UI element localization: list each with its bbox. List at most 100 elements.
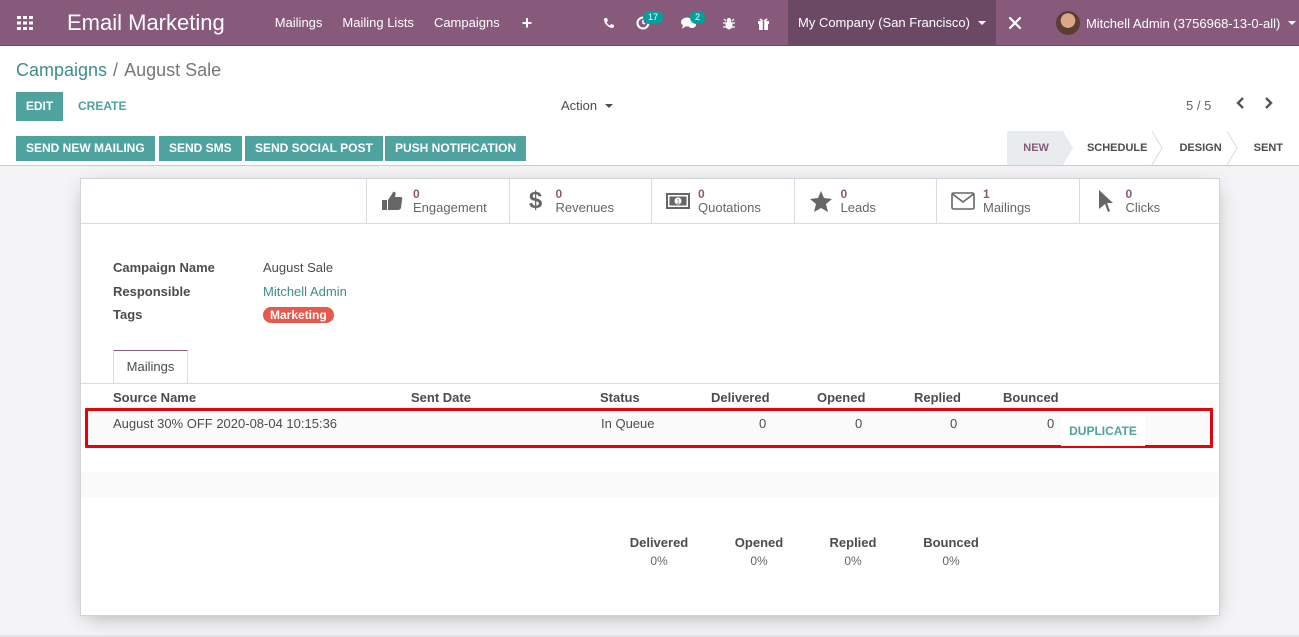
- stage-schedule-label: SCHEDULE: [1086, 142, 1148, 154]
- bug-icon: [723, 17, 735, 29]
- column-header-opened[interactable]: Opened: [817, 390, 865, 405]
- action-label: Action: [561, 98, 598, 113]
- breadcrumb-campaigns-link[interactable]: Campaigns: [16, 60, 107, 80]
- leads-value: 0: [840, 187, 848, 201]
- breadcrumb: Campaigns / August Sale: [16, 60, 221, 81]
- smart-button-box: 0 Engagement $ 0 Revenues 1 0 Quotations 0L…: [366, 179, 1221, 223]
- company-switcher[interactable]: My Company (San Francisco): [788, 0, 996, 46]
- leads-smart-button[interactable]: 0 Leads: [793, 179, 937, 223]
- gift-icon: [757, 18, 769, 30]
- leads-label: Leads: [840, 200, 876, 215]
- campaign-name-label: Campaign Name: [113, 260, 215, 275]
- responsible-label: Responsible: [113, 284, 191, 299]
- pager-previous-button[interactable]: [1233, 96, 1247, 114]
- send-social-post-button[interactable]: SEND SOCIAL POST: [245, 136, 383, 161]
- engagement-label: Engagement: [413, 200, 487, 215]
- engagement-value: 0: [413, 187, 420, 201]
- stage-design-label: DESIGN: [1179, 142, 1222, 154]
- total-bounced-value: 0%: [942, 554, 960, 568]
- phone-icon: [604, 18, 614, 28]
- push-notification-button[interactable]: PUSH NOTIFICATION: [385, 136, 527, 161]
- activity-count-badge: 17: [643, 11, 664, 24]
- pointer-icon: [1094, 189, 1118, 213]
- tab-mailings[interactable]: Mailings: [113, 350, 188, 384]
- activity-button[interactable]: 17: [626, 0, 664, 46]
- tags-field: Tags Marketing: [113, 307, 334, 323]
- total-opened: Opened 0%: [719, 535, 799, 568]
- cell-opened: 0: [855, 416, 863, 431]
- total-replied: Replied 0%: [813, 535, 893, 568]
- menu-campaigns[interactable]: Campaigns: [424, 0, 510, 46]
- apps-menu-button[interactable]: [0, 0, 50, 46]
- engagement-smart-button[interactable]: 0 Engagement: [366, 179, 509, 223]
- total-opened-value: 0%: [750, 554, 768, 568]
- campaign-name-value: August Sale: [263, 260, 334, 275]
- messages-button[interactable]: 2: [672, 0, 706, 46]
- tools-icon: [1008, 16, 1022, 30]
- column-header-sent-date[interactable]: Sent Date: [411, 390, 471, 405]
- total-replied-label: Replied: [829, 535, 877, 550]
- chevron-right-icon: [1264, 97, 1273, 109]
- debug-button[interactable]: [712, 0, 746, 46]
- menu-mailing-lists[interactable]: Mailing Lists: [332, 0, 424, 46]
- chevron-left-icon: [1235, 97, 1244, 109]
- column-header-delivered[interactable]: Delivered: [711, 390, 770, 405]
- systray: 17 2 My Company (San Francisco) Mitchell…: [592, 0, 1297, 46]
- menu-mailings[interactable]: Mailings: [265, 0, 333, 46]
- caret-down-icon: [977, 21, 986, 25]
- action-dropdown[interactable]: Action: [561, 98, 614, 113]
- thumbs-up-icon: [381, 189, 405, 213]
- tag-badge: Marketing: [263, 307, 334, 323]
- column-header-replied[interactable]: Replied: [914, 390, 961, 405]
- revenues-label: Revenues: [555, 200, 615, 215]
- stage-pipeline: NEW SCHEDULE DESIGN SENT: [1007, 131, 1299, 165]
- breadcrumb-current: August Sale: [124, 60, 222, 80]
- tags-label: Tags: [113, 307, 143, 322]
- campaign-name-field: Campaign Name August Sale: [113, 260, 333, 275]
- stage-schedule[interactable]: SCHEDULE: [1063, 131, 1164, 165]
- column-header-source-name[interactable]: Source Name: [113, 390, 196, 405]
- messages-count-badge: 2: [690, 11, 706, 24]
- divider: [81, 223, 1219, 224]
- add-menu-button[interactable]: +: [510, 0, 543, 46]
- mailings-value: 1: [983, 187, 990, 201]
- company-name: My Company (San Francisco): [798, 15, 970, 30]
- stage-sent[interactable]: SENT: [1236, 131, 1299, 165]
- caret-down-icon: [1288, 21, 1297, 25]
- cell-source-name: August 30% OFF 2020-08-04 10:15:36: [113, 416, 338, 431]
- phone-button[interactable]: [592, 0, 626, 46]
- clicks-label: Clicks: [1125, 200, 1161, 215]
- total-replied-value: 0%: [844, 554, 862, 568]
- total-bounced: Bounced 0%: [911, 535, 991, 568]
- create-button[interactable]: CREATE: [68, 92, 136, 121]
- duplicate-button[interactable]: DUPLICATE: [1061, 416, 1145, 446]
- revenues-smart-button[interactable]: $ 0 Revenues: [508, 179, 652, 223]
- clicks-value: 0: [1125, 187, 1133, 201]
- tools-button[interactable]: [998, 0, 1032, 46]
- column-header-bounced[interactable]: Bounced: [1003, 390, 1059, 405]
- stage-design[interactable]: DESIGN: [1161, 131, 1238, 165]
- total-delivered-value: 0%: [650, 554, 668, 568]
- app-title: Email Marketing: [67, 9, 225, 35]
- quotations-value: 0: [698, 187, 705, 201]
- pager-next-button[interactable]: [1261, 96, 1275, 114]
- column-header-status[interactable]: Status: [600, 390, 640, 405]
- clicks-smart-button[interactable]: 0 Clicks: [1078, 179, 1222, 223]
- mailings-smart-button[interactable]: 1 Mailings: [936, 179, 1079, 223]
- responsible-link[interactable]: Mitchell Admin: [263, 284, 347, 299]
- total-delivered: Delivered 0%: [619, 535, 699, 568]
- user-name: Mitchell Admin (3756968-13-0-all): [1085, 15, 1281, 31]
- whats-new-button[interactable]: [746, 0, 780, 46]
- user-menu[interactable]: Mitchell Admin (3756968-13-0-all): [1055, 0, 1297, 46]
- top-navbar: Email Marketing Mailings Mailing Lists C…: [0, 0, 1299, 46]
- responsible-field: Responsible Mitchell Admin: [113, 284, 347, 299]
- send-new-mailing-button[interactable]: SEND NEW MAILING: [16, 136, 155, 161]
- pager-value: 5 / 5: [1186, 98, 1212, 113]
- cell-bounced: 0: [1047, 416, 1055, 431]
- send-sms-button[interactable]: SEND SMS: [159, 136, 242, 161]
- stage-new[interactable]: NEW: [1007, 131, 1073, 165]
- edit-button[interactable]: EDIT: [16, 92, 63, 121]
- caret-down-icon: [605, 103, 614, 108]
- quotations-smart-button[interactable]: 1 0 Quotations: [651, 179, 794, 223]
- divider: [81, 383, 1219, 384]
